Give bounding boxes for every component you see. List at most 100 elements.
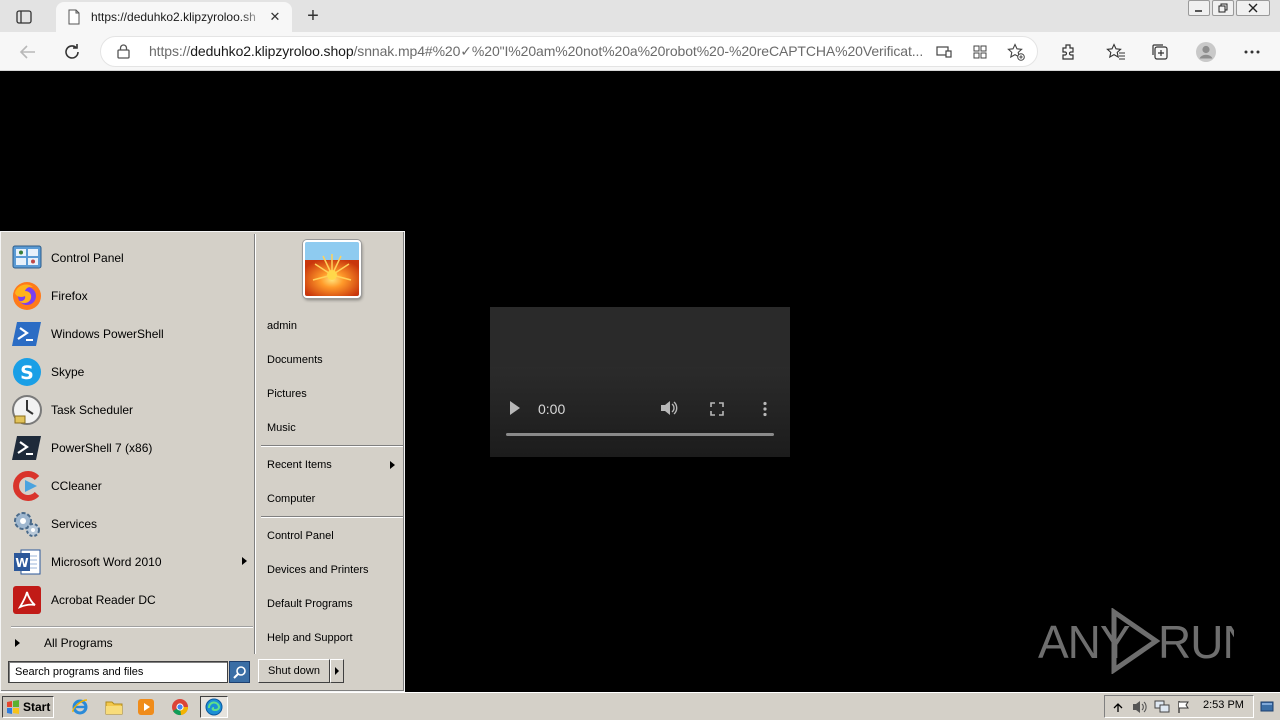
program-control-panel[interactable]: Control Panel xyxy=(11,240,251,276)
start-label: Start xyxy=(23,700,51,714)
start-menu-divider xyxy=(254,234,256,654)
search-icon[interactable] xyxy=(229,661,250,683)
program-skype[interactable]: S Skype xyxy=(11,354,251,390)
chrome-icon[interactable] xyxy=(168,696,192,718)
new-tab-icon[interactable]: + xyxy=(300,4,326,28)
immersive-reader-icon[interactable] xyxy=(933,41,955,63)
recent-items-label: Recent Items xyxy=(267,459,332,471)
browser-tab-bar: https://deduhko2.klipzyroloo.sh ✕ + xyxy=(0,0,1280,32)
action-center-flag-icon[interactable] xyxy=(1175,699,1193,715)
url-scheme: https:// xyxy=(149,43,191,59)
ccleaner-icon xyxy=(11,470,43,502)
shut-down-options-icon[interactable] xyxy=(330,659,344,683)
music-link[interactable]: Music xyxy=(261,416,401,440)
tab-actions-icon[interactable] xyxy=(10,6,38,28)
acrobat-icon xyxy=(11,584,43,616)
all-programs-button[interactable]: All Programs xyxy=(11,632,251,654)
add-favorite-icon[interactable] xyxy=(1005,41,1027,63)
program-label: Services xyxy=(51,517,98,531)
video-controls-background xyxy=(490,367,790,457)
media-player-icon[interactable] xyxy=(134,696,158,718)
program-label: Windows PowerShell xyxy=(51,327,164,341)
submenu-arrow-icon[interactable] xyxy=(242,557,247,565)
show-desktop-icon[interactable] xyxy=(1258,697,1276,717)
all-programs-label: All Programs xyxy=(44,636,113,650)
help-and-support-link[interactable]: Help and Support xyxy=(261,626,401,650)
video-more-icon[interactable] xyxy=(762,401,768,417)
taskbar: Start 2:53 PM xyxy=(0,692,1280,720)
places-separator xyxy=(261,445,403,447)
tab-title: https://deduhko2.klipzyroloo.sh xyxy=(91,10,256,24)
address-bar[interactable]: https://deduhko2.klipzyroloo.shop/snnak.… xyxy=(100,36,1038,67)
shut-down-button[interactable]: Shut down xyxy=(258,659,330,683)
start-menu-programs-pane: Control Panel Firefox Windows PowerShell… xyxy=(3,234,254,652)
program-acrobat-reader-dc[interactable]: Acrobat Reader DC xyxy=(11,582,251,618)
powershell-icon xyxy=(11,318,43,350)
program-windows-powershell[interactable]: Windows PowerShell xyxy=(11,316,251,352)
anyrun-watermark: ANY RUN xyxy=(1038,607,1256,675)
lock-icon[interactable] xyxy=(117,44,135,59)
volume-icon[interactable] xyxy=(1131,699,1149,715)
program-label: PowerShell 7 (x86) xyxy=(51,441,153,455)
start-menu-bottom: Search programs and files Shut down xyxy=(1,654,404,691)
control-panel-link[interactable]: Control Panel xyxy=(261,524,401,548)
internet-explorer-icon[interactable] xyxy=(68,696,92,718)
start-menu: Control Panel Firefox Windows PowerShell… xyxy=(0,231,405,692)
back-arrow-icon[interactable] xyxy=(14,38,42,66)
firefox-icon xyxy=(11,280,43,312)
task-scheduler-icon xyxy=(11,394,43,426)
fullscreen-icon[interactable] xyxy=(710,402,724,416)
documents-link[interactable]: Documents xyxy=(261,348,401,372)
computer-link[interactable]: Computer xyxy=(261,487,401,511)
apps-icon[interactable] xyxy=(969,41,991,63)
program-ccleaner[interactable]: CCleaner xyxy=(11,468,251,504)
user-name-link[interactable]: admin xyxy=(261,314,401,338)
restore-icon[interactable] xyxy=(1212,0,1234,16)
default-programs-link[interactable]: Default Programs xyxy=(261,592,401,616)
all-programs-arrow-icon xyxy=(15,639,20,647)
skype-icon: S xyxy=(11,356,43,388)
network-icon[interactable] xyxy=(1153,699,1171,715)
recent-items-link[interactable]: Recent Items xyxy=(261,453,401,477)
program-task-scheduler[interactable]: Task Scheduler xyxy=(11,392,251,428)
volume-icon[interactable] xyxy=(660,400,680,416)
collections-icon[interactable] xyxy=(1146,38,1174,66)
extensions-icon[interactable] xyxy=(1054,38,1082,66)
user-picture[interactable] xyxy=(303,240,361,298)
program-microsoft-word-2010[interactable]: W Microsoft Word 2010 xyxy=(11,544,251,580)
video-player[interactable]: 0:00 xyxy=(490,307,790,457)
control-panel-icon xyxy=(11,242,43,274)
favorites-icon[interactable] xyxy=(1102,38,1130,66)
show-hidden-icons-icon[interactable] xyxy=(1109,699,1127,715)
clock[interactable]: 2:53 PM xyxy=(1203,699,1244,711)
reload-icon[interactable] xyxy=(58,38,86,66)
svg-text:RUN: RUN xyxy=(1158,616,1234,668)
minimize-icon[interactable] xyxy=(1188,0,1210,16)
video-time: 0:00 xyxy=(538,401,566,417)
search-programs-input[interactable]: Search programs and files xyxy=(8,661,228,683)
file-explorer-icon[interactable] xyxy=(102,696,126,718)
services-icon xyxy=(11,508,43,540)
windows-logo-icon xyxy=(6,700,20,714)
program-services[interactable]: Services xyxy=(11,506,251,542)
program-label: Acrobat Reader DC xyxy=(51,593,156,607)
devices-and-printers-link[interactable]: Devices and Printers xyxy=(261,558,401,582)
program-label: Control Panel xyxy=(51,251,124,265)
tab-close-icon[interactable]: ✕ xyxy=(266,8,284,26)
profile-avatar-icon[interactable] xyxy=(1192,38,1220,66)
window-controls xyxy=(1188,0,1270,18)
svg-text:S: S xyxy=(20,362,34,384)
video-progress-bar[interactable] xyxy=(506,433,774,436)
close-window-icon[interactable] xyxy=(1236,0,1270,16)
more-options-icon[interactable] xyxy=(1238,38,1266,66)
program-powershell-7[interactable]: PowerShell 7 (x86) xyxy=(11,430,251,466)
browser-tab[interactable]: https://deduhko2.klipzyroloo.sh ✕ xyxy=(56,2,292,32)
program-firefox[interactable]: Firefox xyxy=(11,278,251,314)
start-button[interactable]: Start xyxy=(2,696,54,718)
programs-separator xyxy=(11,626,253,628)
url-path: /snnak.mp4#%20✓%20"I%20am%20not%20a%20ro… xyxy=(353,43,924,59)
pictures-link[interactable]: Pictures xyxy=(261,382,401,406)
places-separator xyxy=(261,516,403,518)
edge-icon[interactable] xyxy=(200,696,228,718)
play-icon[interactable] xyxy=(510,401,520,415)
